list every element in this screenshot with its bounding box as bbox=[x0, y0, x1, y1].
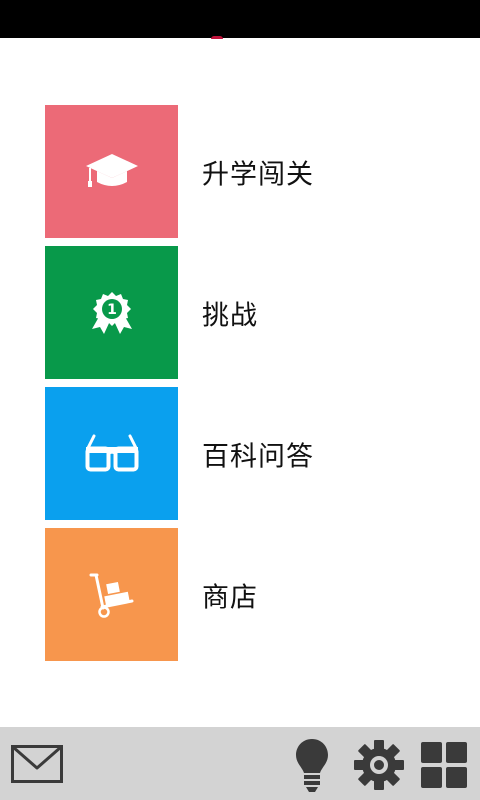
hint-button[interactable] bbox=[292, 735, 332, 795]
main-menu: 升学闯关 1 挑战 百科问答 商店 bbox=[0, 0, 480, 800]
lightbulb-icon bbox=[296, 739, 328, 792]
menu-tile-challenge: 1 bbox=[45, 246, 178, 379]
menu-item-label: 挑战 bbox=[202, 300, 258, 331]
award-ribbon-icon: 1 bbox=[91, 291, 132, 334]
award-badge-number: 1 bbox=[107, 302, 117, 318]
grid-menu-icon bbox=[421, 742, 467, 788]
menu-tile-promotion bbox=[45, 105, 178, 238]
menu-item-encyclopedia-qa[interactable]: 百科问答 bbox=[45, 387, 445, 520]
menu-item-label: 升学闯关 bbox=[202, 159, 314, 190]
settings-button[interactable] bbox=[351, 738, 407, 792]
mail-button[interactable] bbox=[10, 742, 64, 786]
mail-icon bbox=[11, 745, 63, 783]
hand-truck-icon bbox=[89, 573, 133, 618]
settings-gear-icon bbox=[354, 740, 404, 790]
graduation-cap-icon bbox=[85, 153, 138, 187]
grid-menu-button[interactable] bbox=[419, 740, 469, 790]
menu-item-challenge[interactable]: 1 挑战 bbox=[45, 246, 445, 379]
menu-item-promotion[interactable]: 升学闯关 bbox=[45, 105, 445, 238]
menu-tile-encyclopedia-qa bbox=[45, 387, 178, 520]
bottom-toolbar bbox=[0, 727, 480, 800]
menu-item-label: 商店 bbox=[202, 582, 258, 613]
menu-item-label: 百科问答 bbox=[202, 441, 314, 472]
menu-tile-shop bbox=[45, 528, 178, 661]
glasses-icon bbox=[85, 434, 138, 471]
menu-item-shop[interactable]: 商店 bbox=[45, 528, 445, 661]
